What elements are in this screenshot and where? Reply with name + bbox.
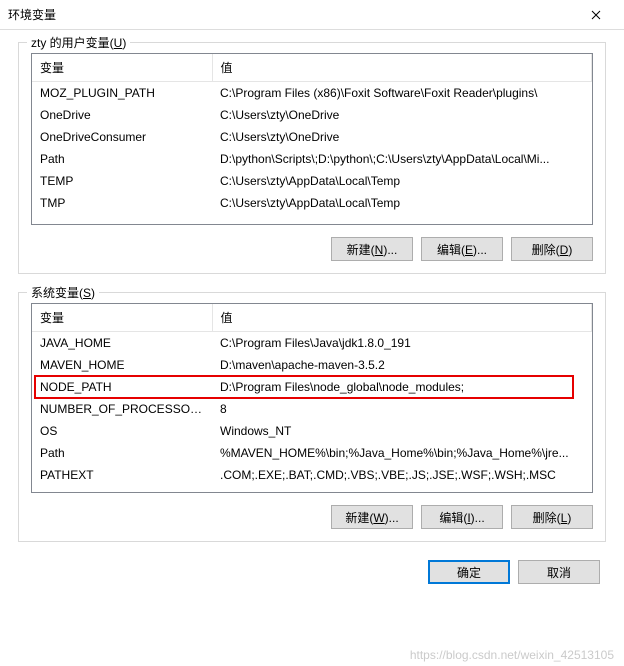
- val-cell: C:\Program Files\Java\jdk1.8.0_191: [212, 332, 592, 355]
- system-variables-group: 系统变量(S) 变量 值 JAVA_HOMEC:\Program Files\J…: [18, 292, 606, 542]
- user-button-row: 新建(N)... 编辑(E)... 删除(D): [31, 237, 593, 261]
- system-edit-button[interactable]: 编辑(I)...: [421, 505, 503, 529]
- var-cell: MOZ_PLUGIN_PATH: [32, 82, 212, 105]
- user-header-val[interactable]: 值: [212, 54, 592, 82]
- var-cell: MAVEN_HOME: [32, 354, 212, 376]
- table-row[interactable]: PathD:\python\Scripts\;D:\python\;C:\Use…: [32, 148, 592, 170]
- val-cell: C:\Users\zty\OneDrive: [212, 126, 592, 148]
- var-cell: Path: [32, 442, 212, 464]
- footer-buttons: 确定 取消: [18, 560, 606, 584]
- table-row[interactable]: JAVA_HOMEC:\Program Files\Java\jdk1.8.0_…: [32, 332, 592, 355]
- user-variables-table: 变量 值 MOZ_PLUGIN_PATHC:\Program Files (x8…: [32, 54, 592, 214]
- var-cell: PATHEXT: [32, 464, 212, 486]
- system-table-scroll[interactable]: 变量 值 JAVA_HOMEC:\Program Files\Java\jdk1…: [32, 304, 592, 492]
- table-row[interactable]: TEMPC:\Users\zty\AppData\Local\Temp: [32, 170, 592, 192]
- table-row[interactable]: PATHEXT.COM;.EXE;.BAT;.CMD;.VBS;.VBE;.JS…: [32, 464, 592, 486]
- system-new-button[interactable]: 新建(W)...: [331, 505, 413, 529]
- val-cell: .COM;.EXE;.BAT;.CMD;.VBS;.VBE;.JS;.JSE;.…: [212, 464, 592, 486]
- var-cell: OS: [32, 420, 212, 442]
- close-button[interactable]: [576, 1, 616, 29]
- table-row[interactable]: NUMBER_OF_PROCESSORS8: [32, 398, 592, 420]
- system-group-label: 系统变量(S): [27, 284, 99, 301]
- system-button-row: 新建(W)... 编辑(I)... 删除(L): [31, 505, 593, 529]
- val-cell: D:\maven\apache-maven-3.5.2: [212, 354, 592, 376]
- watermark: https://blog.csdn.net/weixin_42513105: [410, 648, 614, 662]
- val-cell: C:\Users\zty\AppData\Local\Temp: [212, 192, 592, 214]
- dialog-content: zty 的用户变量(U) 变量 值 MOZ_PLUGIN_PATHC:\Prog…: [0, 30, 624, 598]
- window-title: 环境变量: [8, 6, 576, 23]
- system-delete-button[interactable]: 删除(L): [511, 505, 593, 529]
- var-cell: Path: [32, 148, 212, 170]
- var-cell: TEMP: [32, 170, 212, 192]
- val-cell: 8: [212, 398, 592, 420]
- var-cell: NUMBER_OF_PROCESSORS: [32, 398, 212, 420]
- val-cell: C:\Program Files (x86)\Foxit Software\Fo…: [212, 82, 592, 105]
- system-variables-table: 变量 值 JAVA_HOMEC:\Program Files\Java\jdk1…: [32, 304, 592, 486]
- var-cell: OneDriveConsumer: [32, 126, 212, 148]
- var-cell: OneDrive: [32, 104, 212, 126]
- val-cell: D:\python\Scripts\;D:\python\;C:\Users\z…: [212, 148, 592, 170]
- val-cell: D:\Program Files\node_global\node_module…: [212, 376, 592, 398]
- user-new-button[interactable]: 新建(N)...: [331, 237, 413, 261]
- var-cell: JAVA_HOME: [32, 332, 212, 355]
- user-group-label: zty 的用户变量(U): [27, 34, 130, 51]
- table-row[interactable]: NODE_PATHD:\Program Files\node_global\no…: [32, 376, 592, 398]
- ok-button[interactable]: 确定: [428, 560, 510, 584]
- cancel-button[interactable]: 取消: [518, 560, 600, 584]
- close-icon: [591, 10, 601, 20]
- table-row[interactable]: TMPC:\Users\zty\AppData\Local\Temp: [32, 192, 592, 214]
- var-cell: TMP: [32, 192, 212, 214]
- system-header-var[interactable]: 变量: [32, 304, 212, 332]
- titlebar: 环境变量: [0, 0, 624, 30]
- system-table-wrap: 变量 值 JAVA_HOMEC:\Program Files\Java\jdk1…: [31, 303, 593, 493]
- val-cell: Windows_NT: [212, 420, 592, 442]
- val-cell: C:\Users\zty\AppData\Local\Temp: [212, 170, 592, 192]
- system-header-val[interactable]: 值: [212, 304, 592, 332]
- table-row[interactable]: Path%MAVEN_HOME%\bin;%Java_Home%\bin;%Ja…: [32, 442, 592, 464]
- table-row[interactable]: OSWindows_NT: [32, 420, 592, 442]
- user-edit-button[interactable]: 编辑(E)...: [421, 237, 503, 261]
- val-cell: C:\Users\zty\OneDrive: [212, 104, 592, 126]
- var-cell: NODE_PATH: [32, 376, 212, 398]
- user-table-wrap: 变量 值 MOZ_PLUGIN_PATHC:\Program Files (x8…: [31, 53, 593, 225]
- table-row[interactable]: MAVEN_HOMED:\maven\apache-maven-3.5.2: [32, 354, 592, 376]
- table-row[interactable]: MOZ_PLUGIN_PATHC:\Program Files (x86)\Fo…: [32, 82, 592, 105]
- table-row[interactable]: OneDriveC:\Users\zty\OneDrive: [32, 104, 592, 126]
- val-cell: %MAVEN_HOME%\bin;%Java_Home%\bin;%Java_H…: [212, 442, 592, 464]
- user-delete-button[interactable]: 删除(D): [511, 237, 593, 261]
- user-variables-group: zty 的用户变量(U) 变量 值 MOZ_PLUGIN_PATHC:\Prog…: [18, 42, 606, 274]
- user-table-scroll[interactable]: 变量 值 MOZ_PLUGIN_PATHC:\Program Files (x8…: [32, 54, 592, 224]
- table-row[interactable]: OneDriveConsumerC:\Users\zty\OneDrive: [32, 126, 592, 148]
- user-header-var[interactable]: 变量: [32, 54, 212, 82]
